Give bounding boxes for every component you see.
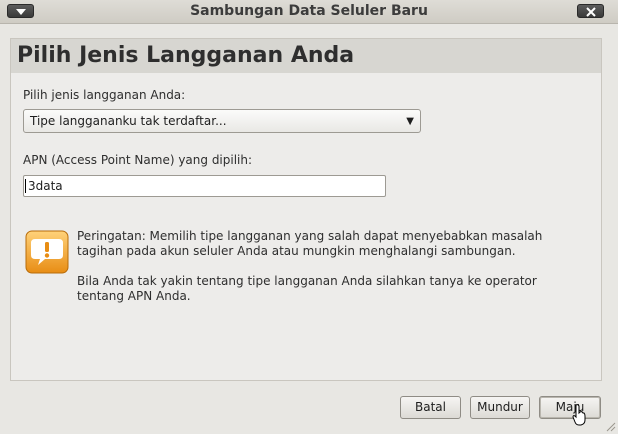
back-button[interactable]: Mundur <box>470 396 530 419</box>
window: Sambungan Data Seluler Baru Pilih Jenis … <box>0 0 618 434</box>
apn-input[interactable]: 3data <box>23 175 386 197</box>
dropdown-arrow-icon: ▼ <box>406 116 414 127</box>
close-button[interactable] <box>577 4 604 18</box>
content-panel: Pilih Jenis Langganan Anda Pilih jenis l… <box>10 38 602 381</box>
apn-label: APN (Access Point Name) yang dipilih: <box>23 153 253 167</box>
mouse-pointer-icon <box>572 404 586 426</box>
cancel-button[interactable]: Batal <box>400 396 461 419</box>
plan-dropdown[interactable]: Tipe langgananku tak terdaftar... ▼ <box>23 109 421 133</box>
plan-label: Pilih jenis langganan Anda: <box>23 88 186 102</box>
text-cursor <box>25 179 26 193</box>
warning-paragraph-2: Bila Anda tak yakin tentang tipe langgan… <box>77 274 537 303</box>
plan-selected-value: Tipe langgananku tak terdaftar... <box>30 114 227 128</box>
page-title: Pilih Jenis Langganan Anda <box>11 39 601 73</box>
close-icon <box>586 7 596 17</box>
window-title: Sambungan Data Seluler Baru <box>190 3 428 19</box>
resize-grip-icon[interactable] <box>604 420 616 432</box>
apn-input-value: 3data <box>28 179 63 193</box>
forward-button[interactable]: Maju <box>539 396 601 419</box>
warning-speech-bubble-icon <box>25 230 69 274</box>
warning-paragraph-1: Peringatan: Memilih tipe langganan yang … <box>77 229 543 258</box>
warning-text: Peringatan: Memilih tipe langganan yang … <box>77 229 577 319</box>
title-bar: Sambungan Data Seluler Baru <box>0 0 618 24</box>
